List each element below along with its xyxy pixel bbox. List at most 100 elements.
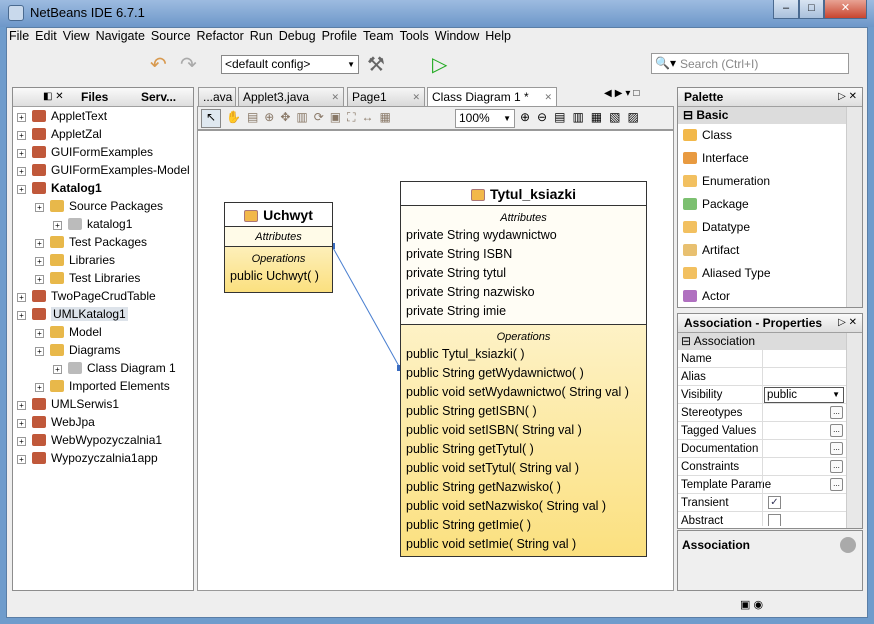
menu-file[interactable]: File	[9, 29, 29, 43]
operation[interactable]: public void setNazwisko( String val )	[401, 497, 646, 516]
expand-icon[interactable]: +	[17, 437, 26, 446]
attribute[interactable]: private String ISBN	[401, 245, 646, 264]
property-row[interactable]: Constraints...	[678, 458, 846, 476]
operation[interactable]: public String getNazwisko( )	[401, 478, 646, 497]
expand-icon[interactable]: +	[53, 221, 62, 230]
minimize-button[interactable]: –	[773, 0, 799, 19]
expand-icon[interactable]: +	[17, 293, 26, 302]
operation[interactable]: public Uchwyt( )	[225, 267, 332, 286]
diagram-tools[interactable]: ✋▤⊕✥▥⟳▣⛶↔▦	[226, 110, 397, 125]
tree-item[interactable]: + GUIFormExamples	[17, 143, 153, 161]
menu-window[interactable]: Window	[435, 29, 479, 43]
expand-icon[interactable]: +	[35, 347, 44, 356]
abstract-checkbox[interactable]	[768, 514, 781, 526]
tree-item[interactable]: + Katalog1	[17, 179, 102, 197]
menu-navigate[interactable]: Navigate	[96, 29, 145, 43]
editor-tab[interactable]: Class Diagram 1 * ✕	[427, 87, 557, 106]
property-row[interactable]: Abstract	[678, 512, 846, 526]
minimize-panel-icon[interactable]: ◧ ✕	[43, 88, 64, 106]
expand-icon[interactable]: +	[35, 383, 44, 392]
expand-icon[interactable]: +	[17, 167, 26, 176]
expand-icon[interactable]: +	[35, 257, 44, 266]
properties-scrollbar[interactable]	[846, 333, 862, 528]
tab-files[interactable]: Files	[81, 88, 108, 106]
attribute[interactable]: private String tytul	[401, 264, 646, 283]
editor-tab[interactable]: ...ava	[198, 87, 236, 106]
tree-item[interactable]: + Wypozyczalnia1app	[17, 449, 158, 467]
tree-item[interactable]: + GUIFormExamples-Model	[17, 161, 190, 179]
operation[interactable]: public void setImie( String val )	[401, 535, 646, 554]
tab-services[interactable]: Serv...	[141, 88, 176, 106]
close-tab-icon[interactable]: ✕	[412, 88, 420, 106]
undo-icon[interactable]: ↶	[150, 52, 174, 76]
menu-edit[interactable]: Edit	[35, 29, 57, 43]
palette-item-aliased-type[interactable]: Aliased Type	[678, 262, 846, 285]
edit-button[interactable]: ...	[830, 424, 843, 437]
attribute[interactable]: private String nazwisko	[401, 283, 646, 302]
run-icon[interactable]: ▷	[432, 52, 456, 76]
tree-item[interactable]: + Imported Elements	[35, 377, 170, 395]
visibility-select[interactable]: public ▼	[764, 387, 844, 403]
operation[interactable]: public void setTytul( String val )	[401, 459, 646, 478]
tree-item[interactable]: + WebJpa	[17, 413, 95, 431]
expand-icon[interactable]: +	[53, 365, 62, 374]
zoom-tools[interactable]: ⊕⊖▤▥▦▧▨	[520, 110, 646, 124]
config-select[interactable]: <default config> ▼	[221, 55, 359, 74]
menu-profile[interactable]: Profile	[322, 29, 357, 43]
tree-item[interactable]: + Model	[35, 323, 102, 341]
panel-controls-icon[interactable]: ▷ ✕	[838, 314, 857, 332]
expand-icon[interactable]: +	[17, 455, 26, 464]
tree-item[interactable]: + AppletText	[17, 107, 107, 125]
edit-button[interactable]: ...	[830, 460, 843, 473]
tab-nav-buttons[interactable]: ◀▶▾□	[604, 88, 642, 99]
class-uchwyt[interactable]: Uchwyt Attributes Operations public Uchw…	[224, 202, 333, 293]
property-row[interactable]: Tagged Values...	[678, 422, 846, 440]
edit-button[interactable]: ...	[830, 406, 843, 419]
tree-item[interactable]: + TwoPageCrudTable	[17, 287, 156, 305]
close-tab-icon[interactable]: ✕	[331, 88, 339, 106]
build-icon[interactable]: ⚒	[367, 52, 391, 76]
close-tab-icon[interactable]: ✕	[544, 88, 552, 106]
operation[interactable]: public void setISBN( String val )	[401, 421, 646, 440]
menu-tools[interactable]: Tools	[400, 29, 429, 43]
expand-icon[interactable]: +	[17, 311, 26, 320]
palette-item-artifact[interactable]: Artifact	[678, 239, 846, 262]
palette-scrollbar[interactable]	[846, 107, 862, 307]
expand-icon[interactable]: +	[17, 131, 26, 140]
editor-tab[interactable]: Page1 ✕	[347, 87, 425, 106]
menu-team[interactable]: Team	[363, 29, 394, 43]
palette-item-class[interactable]: Class	[678, 124, 846, 147]
properties-section[interactable]: ⊟ Association	[678, 333, 846, 350]
property-row[interactable]: Template Parame...	[678, 476, 846, 494]
attribute[interactable]: private String imie	[401, 302, 646, 321]
tree-item[interactable]: + AppletZal	[17, 125, 102, 143]
tree-item[interactable]: + WebWypozyczalnia1	[17, 431, 162, 449]
expand-icon[interactable]: +	[17, 185, 26, 194]
menu-run[interactable]: Run	[250, 29, 273, 43]
operation[interactable]: public void setWydawnictwo( String val )	[401, 383, 646, 402]
diagram-canvas[interactable]: Uchwyt Attributes Operations public Uchw…	[197, 130, 674, 591]
search-input[interactable]: 🔍▾ Search (Ctrl+I)	[651, 53, 849, 74]
menu-debug[interactable]: Debug	[279, 29, 316, 43]
operation[interactable]: public String getTytul( )	[401, 440, 646, 459]
attribute[interactable]: private String wydawnictwo	[401, 226, 646, 245]
tree-item[interactable]: + UMLSerwis1	[17, 395, 119, 413]
redo-icon[interactable]: ↷	[180, 52, 204, 76]
palette-item-package[interactable]: Package	[678, 193, 846, 216]
expand-icon[interactable]: +	[17, 113, 26, 122]
operation[interactable]: public String getWydawnictwo( )	[401, 364, 646, 383]
property-row[interactable]: Alias	[678, 368, 846, 386]
class-tytul-ksiazki[interactable]: Tytul_ksiazki Attributes private String …	[400, 181, 647, 557]
property-row[interactable]: Stereotypes...	[678, 404, 846, 422]
panel-controls-icon[interactable]: ▷ ✕	[838, 88, 857, 106]
menu-source[interactable]: Source	[151, 29, 191, 43]
property-row[interactable]: Name	[678, 350, 846, 368]
tree-item[interactable]: + Class Diagram 1	[53, 359, 176, 377]
tree-item[interactable]: + Test Packages	[35, 233, 147, 251]
expand-icon[interactable]: +	[17, 149, 26, 158]
palette-category[interactable]: ⊟ Basic	[678, 107, 846, 124]
select-tool-icon[interactable]: ↖	[201, 109, 221, 128]
palette-item-enumeration[interactable]: Enumeration	[678, 170, 846, 193]
operation[interactable]: public Tytul_ksiazki( )	[401, 345, 646, 364]
edit-button[interactable]: ...	[830, 442, 843, 455]
